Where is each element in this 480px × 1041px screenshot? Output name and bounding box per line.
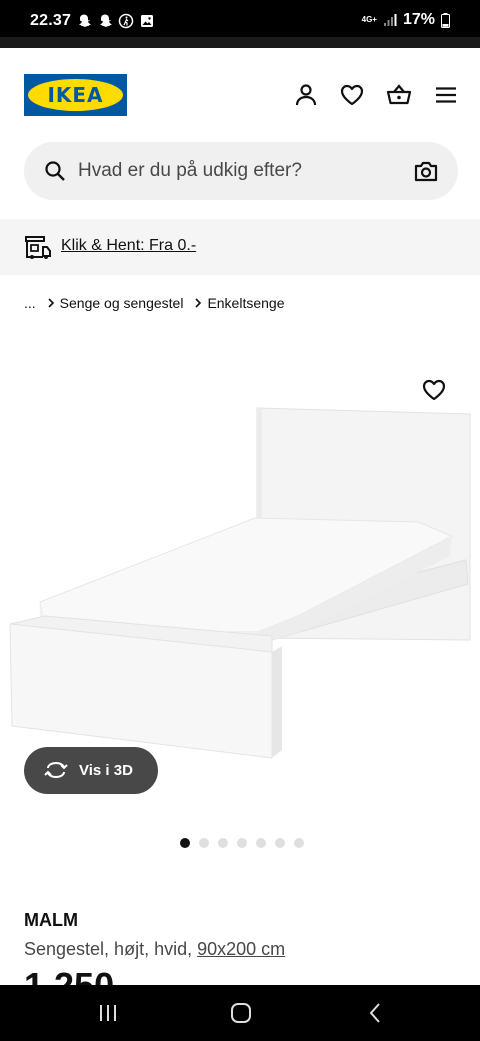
- carousel-dot[interactable]: [256, 838, 266, 848]
- activity-icon: [118, 13, 134, 29]
- breadcrumb: ... Senge og sengestel Enkeltsenge: [24, 295, 285, 311]
- network-type: 4G+: [361, 15, 377, 24]
- add-to-favorites-icon[interactable]: [421, 377, 447, 403]
- recent-apps-icon[interactable]: [96, 1001, 120, 1025]
- chevron-right-icon: [48, 298, 54, 308]
- carousel-dot[interactable]: [180, 838, 190, 848]
- click-collect-link[interactable]: Klik & Hent: Fra 0.-: [61, 237, 196, 255]
- carousel-dot[interactable]: [237, 838, 247, 848]
- store-pickup-icon: [25, 236, 51, 259]
- status-time: 22.37: [30, 12, 72, 29]
- search-icon[interactable]: [44, 160, 66, 182]
- product-size-link[interactable]: 90x200 cm: [197, 939, 285, 959]
- status-bar-divider: [0, 37, 480, 48]
- search-input[interactable]: [78, 142, 398, 200]
- view-3d-label: Vis i 3D: [79, 762, 133, 779]
- search-bar[interactable]: [24, 142, 458, 200]
- menu-icon[interactable]: [433, 82, 459, 108]
- camera-search-icon[interactable]: [414, 160, 438, 182]
- gallery-icon: [141, 15, 153, 27]
- ikea-logo[interactable]: IKEA: [24, 74, 127, 116]
- notification-icons: [76, 13, 155, 29]
- account-icon[interactable]: [293, 82, 319, 108]
- carousel-dot[interactable]: [199, 838, 209, 848]
- breadcrumb-item[interactable]: Senge og sengestel: [60, 295, 184, 311]
- product-image[interactable]: [0, 370, 480, 770]
- rotate-3d-icon: [44, 762, 68, 778]
- system-icons: 4G+ 17%: [362, 11, 450, 29]
- back-icon[interactable]: [364, 1001, 388, 1025]
- basket-icon[interactable]: [386, 82, 412, 108]
- snapchat-icon: [79, 14, 91, 27]
- battery-level: 17%: [402, 11, 435, 28]
- system-nav-bar: [0, 985, 480, 1041]
- snapchat-icon: [100, 14, 112, 27]
- breadcrumb-item[interactable]: Enkeltsenge: [207, 295, 284, 311]
- product-description: Sengestel, højt, hvid, 90x200 cm: [24, 939, 285, 960]
- logo-text: IKEA: [47, 83, 104, 107]
- view-3d-button[interactable]: Vis i 3D: [24, 747, 158, 794]
- product-price: 1.250: [24, 966, 114, 986]
- product-description-text: Sengestel, højt, hvid,: [24, 939, 193, 959]
- click-collect-banner: Klik & Hent: Fra 0.-: [0, 219, 480, 275]
- carousel-dot[interactable]: [275, 838, 285, 848]
- carousel-dot[interactable]: [294, 838, 304, 848]
- home-icon[interactable]: [229, 1001, 253, 1025]
- carousel-dot[interactable]: [218, 838, 228, 848]
- signal-icon: [383, 14, 397, 26]
- battery-icon: [441, 12, 450, 28]
- favorites-icon[interactable]: [339, 82, 365, 108]
- product-name: MALM: [24, 910, 78, 930]
- site-header: IKEA: [0, 48, 480, 143]
- image-carousel-dots: [180, 838, 304, 848]
- breadcrumb-ellipsis[interactable]: ...: [24, 295, 36, 311]
- chevron-right-icon: [195, 298, 202, 308]
- status-bar: 22.37 4G+ 17%: [0, 0, 480, 37]
